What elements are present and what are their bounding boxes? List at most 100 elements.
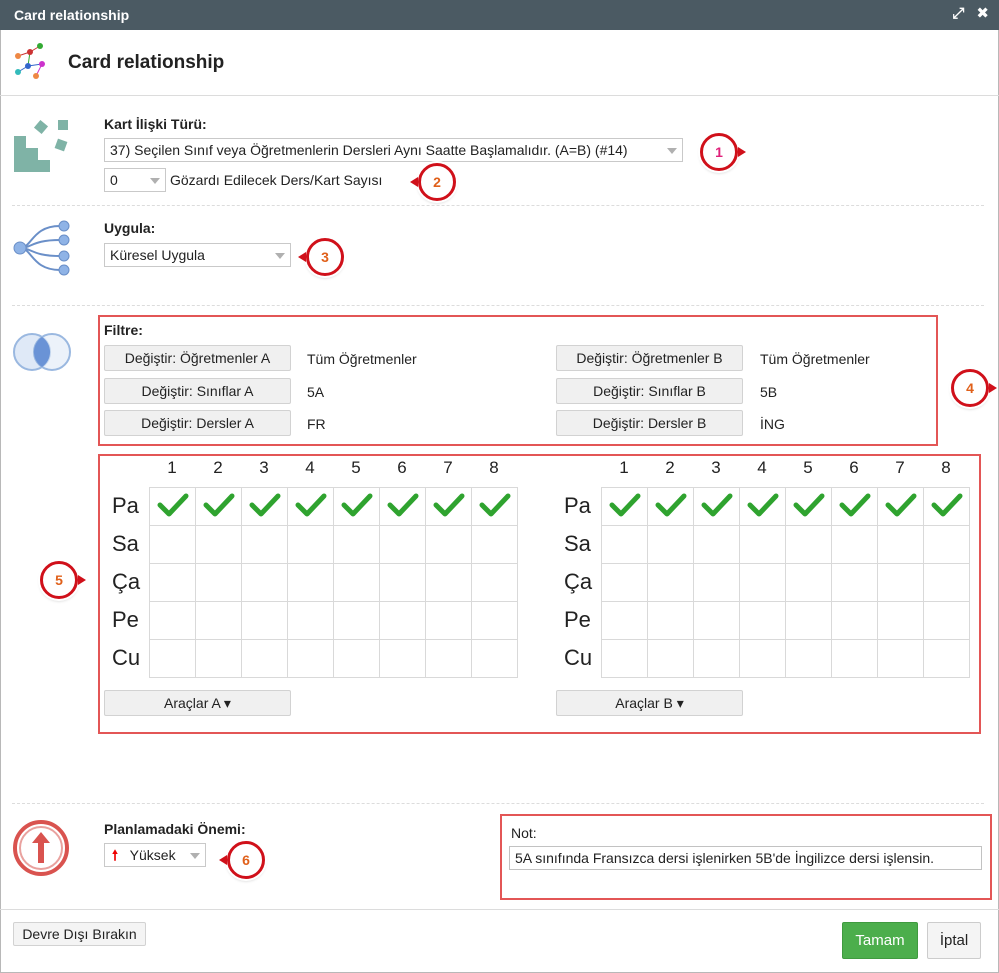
change-classes-b-button[interactable]: Değiştir: Sınıflar B	[556, 378, 743, 404]
timetable-cell[interactable]	[923, 487, 970, 526]
cancel-button[interactable]: İptal	[927, 922, 981, 959]
timetable-cell[interactable]	[195, 525, 242, 564]
timetable-cell[interactable]	[333, 601, 380, 640]
timetable-cell[interactable]	[287, 487, 334, 526]
timetable-cell[interactable]	[877, 639, 924, 678]
period-header-a[interactable]: 7	[425, 458, 471, 478]
timetable-cell[interactable]	[601, 601, 648, 640]
timetable-cell[interactable]	[877, 487, 924, 526]
timetable-cell[interactable]	[471, 639, 518, 678]
day-header-b[interactable]: Ça	[564, 569, 592, 595]
period-header-a[interactable]: 8	[471, 458, 517, 478]
timetable-cell[interactable]	[831, 601, 878, 640]
timetable-cell[interactable]	[693, 563, 740, 602]
timetable-cell[interactable]	[379, 563, 426, 602]
timetable-cell[interactable]	[923, 563, 970, 602]
timetable-cell[interactable]	[425, 487, 472, 526]
timetable-cell[interactable]	[195, 601, 242, 640]
timetable-cell[interactable]	[785, 639, 832, 678]
importance-select[interactable]: 🠕 Yüksek	[104, 843, 206, 867]
timetable-cell[interactable]	[287, 563, 334, 602]
timetable-cell[interactable]	[647, 563, 694, 602]
period-header-b[interactable]: 1	[601, 458, 647, 478]
timetable-cell[interactable]	[241, 563, 288, 602]
ignore-count-select[interactable]: 0	[104, 168, 166, 192]
timetable-cell[interactable]	[471, 601, 518, 640]
timetable-cell[interactable]	[425, 525, 472, 564]
relation-type-select[interactable]: 37) Seçilen Sınıf veya Öğretmenlerin Der…	[104, 138, 683, 162]
close-icon[interactable]: ✖	[976, 6, 989, 22]
timetable-cell[interactable]	[149, 563, 196, 602]
timetable-cell[interactable]	[923, 639, 970, 678]
day-header-b[interactable]: Pa	[564, 493, 591, 519]
timetable-cell[interactable]	[149, 525, 196, 564]
period-header-b[interactable]: 5	[785, 458, 831, 478]
timetable-cell[interactable]	[785, 563, 832, 602]
period-header-a[interactable]: 6	[379, 458, 425, 478]
tools-a-button[interactable]: Araçlar A ▾	[104, 690, 291, 716]
timetable-cell[interactable]	[333, 525, 380, 564]
timetable-cell[interactable]	[333, 639, 380, 678]
timetable-cell[interactable]	[647, 525, 694, 564]
timetable-cell[interactable]	[149, 601, 196, 640]
timetable-cell[interactable]	[471, 487, 518, 526]
timetable-cell[interactable]	[601, 639, 648, 678]
period-header-b[interactable]: 3	[693, 458, 739, 478]
period-header-b[interactable]: 4	[739, 458, 785, 478]
timetable-cell[interactable]	[379, 487, 426, 526]
day-header-b[interactable]: Cu	[564, 645, 592, 671]
timetable-cell[interactable]	[739, 601, 786, 640]
timetable-cell[interactable]	[647, 487, 694, 526]
period-header-b[interactable]: 8	[923, 458, 969, 478]
timetable-cell[interactable]	[739, 563, 786, 602]
timetable-cell[interactable]	[241, 601, 288, 640]
timetable-cell[interactable]	[149, 487, 196, 526]
expand-icon[interactable]: ⤢	[952, 6, 964, 22]
note-input[interactable]: 5A sınıfında Fransızca dersi işlenirken …	[509, 846, 982, 870]
change-teachers-a-button[interactable]: Değiştir: Öğretmenler A	[104, 345, 291, 371]
day-header-b[interactable]: Sa	[564, 531, 591, 557]
period-header-a[interactable]: 2	[195, 458, 241, 478]
timetable-cell[interactable]	[831, 487, 878, 526]
timetable-cell[interactable]	[149, 639, 196, 678]
period-header-b[interactable]: 6	[831, 458, 877, 478]
change-subjects-a-button[interactable]: Değiştir: Dersler A	[104, 410, 291, 436]
timetable-cell[interactable]	[379, 639, 426, 678]
timetable-cell[interactable]	[923, 601, 970, 640]
day-header-a[interactable]: Cu	[112, 645, 140, 671]
period-header-a[interactable]: 5	[333, 458, 379, 478]
day-header-b[interactable]: Pe	[564, 607, 591, 633]
timetable-cell[interactable]	[425, 601, 472, 640]
change-subjects-b-button[interactable]: Değiştir: Dersler B	[556, 410, 743, 436]
timetable-cell[interactable]	[877, 563, 924, 602]
change-teachers-b-button[interactable]: Değiştir: Öğretmenler B	[556, 345, 743, 371]
timetable-cell[interactable]	[647, 639, 694, 678]
period-header-a[interactable]: 1	[149, 458, 195, 478]
timetable-cell[interactable]	[601, 487, 648, 526]
period-header-a[interactable]: 4	[287, 458, 333, 478]
timetable-cell[interactable]	[287, 639, 334, 678]
period-header-a[interactable]: 3	[241, 458, 287, 478]
timetable-cell[interactable]	[241, 525, 288, 564]
timetable-cell[interactable]	[241, 487, 288, 526]
apply-select[interactable]: Küresel Uygula	[104, 243, 291, 267]
day-header-a[interactable]: Sa	[112, 531, 139, 557]
period-header-b[interactable]: 7	[877, 458, 923, 478]
timetable-cell[interactable]	[471, 525, 518, 564]
timetable-cell[interactable]	[195, 563, 242, 602]
timetable-cell[interactable]	[739, 525, 786, 564]
timetable-cell[interactable]	[739, 487, 786, 526]
day-header-a[interactable]: Pa	[112, 493, 139, 519]
timetable-cell[interactable]	[785, 525, 832, 564]
timetable-cell[interactable]	[287, 601, 334, 640]
timetable-cell[interactable]	[379, 601, 426, 640]
timetable-cell[interactable]	[333, 487, 380, 526]
timetable-cell[interactable]	[831, 639, 878, 678]
timetable-cell[interactable]	[601, 525, 648, 564]
timetable-cell[interactable]	[333, 563, 380, 602]
timetable-cell[interactable]	[785, 601, 832, 640]
timetable-cell[interactable]	[693, 525, 740, 564]
timetable-cell[interactable]	[601, 563, 648, 602]
day-header-a[interactable]: Ça	[112, 569, 140, 595]
timetable-cell[interactable]	[785, 487, 832, 526]
